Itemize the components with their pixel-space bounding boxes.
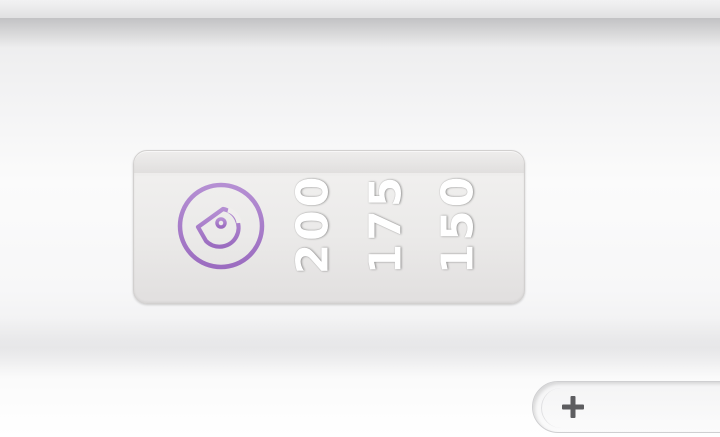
top-bar: [0, 0, 720, 19]
dose-value-label: 175: [360, 173, 412, 275]
lower-band: [0, 318, 720, 378]
shelf-divider: [0, 18, 720, 48]
dose-value-label: 150: [432, 173, 484, 275]
dispenser-droplet-icon[interactable]: [176, 179, 266, 273]
dose-option-150[interactable]: 150: [433, 169, 484, 279]
dose-option-175[interactable]: 175: [361, 169, 412, 279]
dose-selector-panel: 200 175 150: [133, 150, 525, 304]
add-button[interactable]: [532, 381, 720, 433]
dose-value-label: 200: [287, 173, 339, 275]
plus-icon: [562, 396, 584, 418]
dose-option-200[interactable]: 200: [288, 169, 339, 279]
